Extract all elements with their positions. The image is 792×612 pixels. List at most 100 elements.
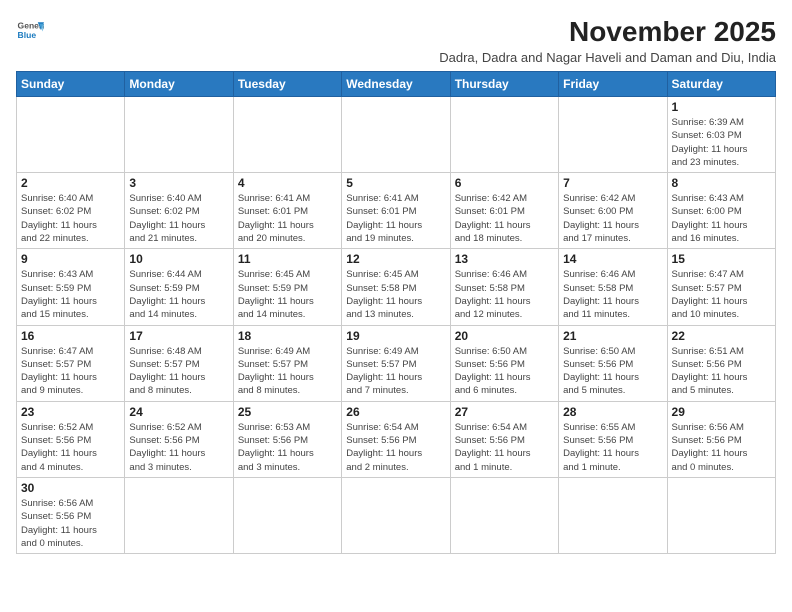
day-number: 20 (455, 329, 554, 343)
day-info: Sunrise: 6:42 AM Sunset: 6:00 PM Dayligh… (563, 192, 662, 245)
calendar-cell: 6 Sunrise: 6:42 AM Sunset: 6:01 PM Daylig… (450, 173, 558, 249)
calendar-cell: 15 Sunrise: 6:47 AM Sunset: 5:57 PM Dayli… (667, 249, 775, 325)
day-number: 30 (21, 481, 120, 495)
calendar-row: 16 Sunrise: 6:47 AM Sunset: 5:57 PM Dayli… (17, 325, 776, 401)
calendar-cell: 30 Sunrise: 6:56 AM Sunset: 5:56 PM Dayli… (17, 477, 125, 553)
day-number: 25 (238, 405, 337, 419)
day-number: 6 (455, 176, 554, 190)
day-info: Sunrise: 6:52 AM Sunset: 5:56 PM Dayligh… (129, 421, 228, 474)
day-number: 29 (672, 405, 771, 419)
day-info: Sunrise: 6:56 AM Sunset: 5:56 PM Dayligh… (21, 497, 120, 550)
calendar-cell (17, 97, 125, 173)
day-number: 15 (672, 252, 771, 266)
day-number: 1 (672, 100, 771, 114)
calendar-cell (233, 97, 341, 173)
calendar-cell: 8 Sunrise: 6:43 AM Sunset: 6:00 PM Daylig… (667, 173, 775, 249)
day-number: 4 (238, 176, 337, 190)
day-info: Sunrise: 6:49 AM Sunset: 5:57 PM Dayligh… (238, 345, 337, 398)
day-number: 10 (129, 252, 228, 266)
day-info: Sunrise: 6:43 AM Sunset: 6:00 PM Dayligh… (672, 192, 771, 245)
day-number: 28 (563, 405, 662, 419)
day-number: 3 (129, 176, 228, 190)
day-info: Sunrise: 6:55 AM Sunset: 5:56 PM Dayligh… (563, 421, 662, 474)
calendar-cell (559, 97, 667, 173)
calendar-cell (125, 97, 233, 173)
calendar-cell: 2Sunrise: 6:40 AM Sunset: 6:02 PM Daylig… (17, 173, 125, 249)
calendar-cell: 21 Sunrise: 6:50 AM Sunset: 5:56 PM Dayli… (559, 325, 667, 401)
calendar-cell: 16 Sunrise: 6:47 AM Sunset: 5:57 PM Dayli… (17, 325, 125, 401)
weekday-header-saturday: Saturday (667, 72, 775, 97)
calendar-cell: 9 Sunrise: 6:43 AM Sunset: 5:59 PM Daylig… (17, 249, 125, 325)
day-number: 17 (129, 329, 228, 343)
day-number: 11 (238, 252, 337, 266)
day-info: Sunrise: 6:39 AM Sunset: 6:03 PM Dayligh… (672, 116, 771, 169)
day-info: Sunrise: 6:42 AM Sunset: 6:01 PM Dayligh… (455, 192, 554, 245)
calendar-cell: 22 Sunrise: 6:51 AM Sunset: 5:56 PM Dayli… (667, 325, 775, 401)
calendar-table: SundayMondayTuesdayWednesdayThursdayFrid… (16, 71, 776, 554)
calendar-cell: 26 Sunrise: 6:54 AM Sunset: 5:56 PM Dayli… (342, 401, 450, 477)
day-number: 2 (21, 176, 120, 190)
day-info: Sunrise: 6:41 AM Sunset: 6:01 PM Dayligh… (238, 192, 337, 245)
day-info: Sunrise: 6:56 AM Sunset: 5:56 PM Dayligh… (672, 421, 771, 474)
day-number: 19 (346, 329, 445, 343)
calendar-cell (342, 97, 450, 173)
weekday-header-sunday: Sunday (17, 72, 125, 97)
weekday-header-thursday: Thursday (450, 72, 558, 97)
calendar-cell: 18 Sunrise: 6:49 AM Sunset: 5:57 PM Dayli… (233, 325, 341, 401)
day-number: 22 (672, 329, 771, 343)
generalblue-logo-icon: General Blue (16, 16, 44, 44)
day-number: 8 (672, 176, 771, 190)
day-info: Sunrise: 6:48 AM Sunset: 5:57 PM Dayligh… (129, 345, 228, 398)
day-info: Sunrise: 6:47 AM Sunset: 5:57 PM Dayligh… (672, 268, 771, 321)
day-info: Sunrise: 6:47 AM Sunset: 5:57 PM Dayligh… (21, 345, 120, 398)
weekday-header-monday: Monday (125, 72, 233, 97)
weekday-header-friday: Friday (559, 72, 667, 97)
calendar-cell (233, 477, 341, 553)
calendar-cell (125, 477, 233, 553)
day-info: Sunrise: 6:46 AM Sunset: 5:58 PM Dayligh… (563, 268, 662, 321)
logo: General Blue (16, 16, 44, 44)
day-info: Sunrise: 6:51 AM Sunset: 5:56 PM Dayligh… (672, 345, 771, 398)
calendar-cell (667, 477, 775, 553)
calendar-cell: 5 Sunrise: 6:41 AM Sunset: 6:01 PM Daylig… (342, 173, 450, 249)
day-info: Sunrise: 6:52 AM Sunset: 5:56 PM Dayligh… (21, 421, 120, 474)
calendar-cell: 28 Sunrise: 6:55 AM Sunset: 5:56 PM Dayli… (559, 401, 667, 477)
day-info: Sunrise: 6:54 AM Sunset: 5:56 PM Dayligh… (346, 421, 445, 474)
calendar-cell: 29 Sunrise: 6:56 AM Sunset: 5:56 PM Dayli… (667, 401, 775, 477)
day-number: 24 (129, 405, 228, 419)
day-info: Sunrise: 6:50 AM Sunset: 5:56 PM Dayligh… (563, 345, 662, 398)
day-number: 26 (346, 405, 445, 419)
day-number: 16 (21, 329, 120, 343)
day-number: 13 (455, 252, 554, 266)
month-title: November 2025 (439, 16, 776, 48)
calendar-cell: 13 Sunrise: 6:46 AM Sunset: 5:58 PM Dayli… (450, 249, 558, 325)
day-number: 18 (238, 329, 337, 343)
day-number: 12 (346, 252, 445, 266)
calendar-row: 1 Sunrise: 6:39 AM Sunset: 6:03 PM Daylig… (17, 97, 776, 173)
day-info: Sunrise: 6:40 AM Sunset: 6:02 PM Dayligh… (129, 192, 228, 245)
day-number: 23 (21, 405, 120, 419)
calendar-cell (559, 477, 667, 553)
calendar-row: 9 Sunrise: 6:43 AM Sunset: 5:59 PM Daylig… (17, 249, 776, 325)
day-info: Sunrise: 6:54 AM Sunset: 5:56 PM Dayligh… (455, 421, 554, 474)
calendar-cell (450, 97, 558, 173)
day-number: 21 (563, 329, 662, 343)
day-info: Sunrise: 6:44 AM Sunset: 5:59 PM Dayligh… (129, 268, 228, 321)
calendar-cell: 19Sunrise: 6:49 AM Sunset: 5:57 PM Dayli… (342, 325, 450, 401)
calendar-cell: 24 Sunrise: 6:52 AM Sunset: 5:56 PM Dayli… (125, 401, 233, 477)
calendar-cell: 1 Sunrise: 6:39 AM Sunset: 6:03 PM Daylig… (667, 97, 775, 173)
day-info: Sunrise: 6:45 AM Sunset: 5:59 PM Dayligh… (238, 268, 337, 321)
day-info: Sunrise: 6:46 AM Sunset: 5:58 PM Dayligh… (455, 268, 554, 321)
calendar-cell (450, 477, 558, 553)
day-info: Sunrise: 6:41 AM Sunset: 6:01 PM Dayligh… (346, 192, 445, 245)
day-number: 5 (346, 176, 445, 190)
calendar-cell: 27 Sunrise: 6:54 AM Sunset: 5:56 PM Dayli… (450, 401, 558, 477)
weekday-header-tuesday: Tuesday (233, 72, 341, 97)
title-area: November 2025 Dadra, Dadra and Nagar Hav… (439, 16, 776, 65)
day-number: 9 (21, 252, 120, 266)
day-info: Sunrise: 6:45 AM Sunset: 5:58 PM Dayligh… (346, 268, 445, 321)
calendar-cell: 3 Sunrise: 6:40 AM Sunset: 6:02 PM Daylig… (125, 173, 233, 249)
day-info: Sunrise: 6:53 AM Sunset: 5:56 PM Dayligh… (238, 421, 337, 474)
day-info: Sunrise: 6:43 AM Sunset: 5:59 PM Dayligh… (21, 268, 120, 321)
day-number: 27 (455, 405, 554, 419)
